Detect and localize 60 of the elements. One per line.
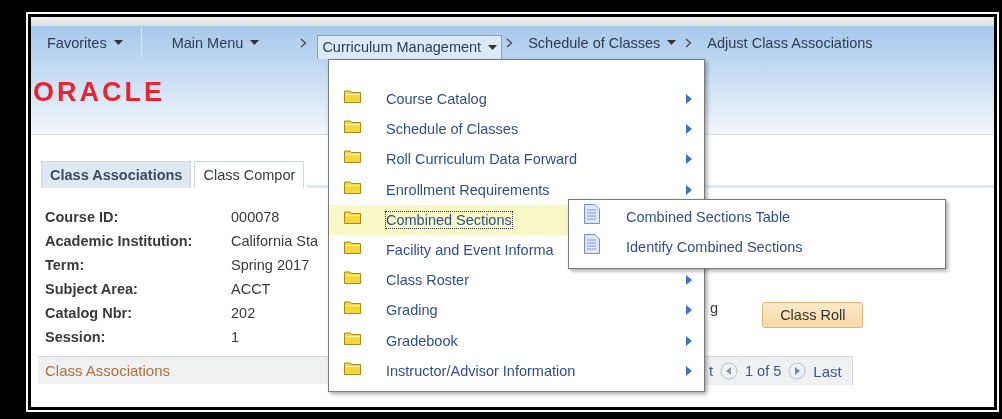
folder-icon <box>344 330 361 345</box>
next-icon[interactable] <box>788 362 807 380</box>
tab[interactable]: Class Compor <box>194 161 305 188</box>
tab[interactable]: Class Associations <box>41 161 192 188</box>
document-icon <box>584 234 600 254</box>
last-link[interactable]: Last <box>813 362 842 380</box>
previous-icon[interactable] <box>720 362 739 380</box>
menu-item[interactable]: Enrollment Requirements <box>329 174 704 205</box>
field-value: 202 <box>231 304 257 323</box>
menu-item[interactable]: Instructor/Advisor Information <box>329 355 704 386</box>
nav-menu-item[interactable]: Curriculum Management <box>317 34 503 59</box>
submenu-arrow-icon <box>686 184 692 195</box>
folder-icon <box>344 209 361 224</box>
document-icon <box>584 204 600 224</box>
submenu-arrow-icon <box>686 275 692 286</box>
menu-item[interactable]: Grading <box>329 295 704 326</box>
field-label: Catalog Nbr: <box>45 304 133 323</box>
folder-icon <box>344 149 361 164</box>
class-roll-button[interactable]: Class Roll <box>762 302 864 328</box>
field-value: California Sta <box>231 232 319 251</box>
caret-icon <box>488 44 498 50</box>
submenu-arrow-icon <box>686 305 692 316</box>
nav-menu-item[interactable]: Adjust Class Associations <box>702 31 878 54</box>
menu-item[interactable]: Roll Curriculum Data Forward <box>329 144 704 175</box>
folder-icon <box>344 89 361 104</box>
nav-menu-item[interactable]: Main Menu <box>166 31 265 54</box>
submenu-arrow-icon <box>686 154 692 165</box>
folder-icon <box>344 240 361 255</box>
field-value: Spring 2017 <box>231 256 311 275</box>
menu-item[interactable]: Gradebook <box>329 325 704 356</box>
submenu-arrow-icon <box>686 335 692 346</box>
folder-icon <box>344 179 361 194</box>
folder-icon <box>344 119 361 134</box>
partial-text: g <box>710 300 719 316</box>
folder-icon <box>344 360 361 375</box>
section-title: Class Associations <box>45 362 171 379</box>
menu-item[interactable]: Class Roster <box>329 265 704 296</box>
field-label: Academic Institution: <box>45 232 194 251</box>
caret-icon <box>113 40 123 45</box>
field-value: 000078 <box>231 208 281 227</box>
page-range: 1 of 5 <box>745 363 782 379</box>
field-label: Course ID: <box>45 208 120 227</box>
menu-item[interactable]: Schedule of Classes <box>329 114 704 145</box>
field-label: Subject Area: <box>45 280 139 299</box>
field-value: 1 <box>231 328 241 347</box>
submenu-arrow-icon <box>686 94 692 104</box>
field-label: Session: <box>45 328 107 347</box>
menu-item[interactable]: Identify Combined Sections <box>569 232 945 262</box>
folder-icon <box>344 300 361 315</box>
folder-icon <box>344 270 361 285</box>
partial-text: t <box>709 363 714 379</box>
caret-icon <box>250 40 260 45</box>
caret-icon <box>667 40 677 45</box>
submenu-arrow-icon <box>686 365 692 376</box>
logo: ORACLE <box>33 77 165 108</box>
field-value: ACCT <box>231 280 272 299</box>
nav-menu-item[interactable]: Schedule of Classes <box>523 31 682 54</box>
field-label: Term: <box>45 256 86 275</box>
menu-item[interactable]: Course Catalog <box>329 84 704 115</box>
submenu-arrow-icon <box>686 124 692 135</box>
